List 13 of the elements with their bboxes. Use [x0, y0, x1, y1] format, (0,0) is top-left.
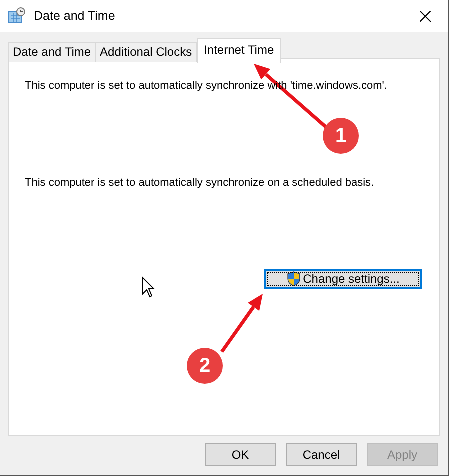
- calendar-clock-icon: [8, 7, 26, 25]
- annotation-arrow: [220, 294, 263, 354]
- dialog-button[interactable]: OK: [205, 443, 276, 466]
- tab[interactable]: Additional Clocks: [95, 42, 198, 62]
- dialog-button[interactable]: Cancel: [286, 443, 357, 466]
- schedule-text: This computer is set to automatically synchronize on a scheduled basis.: [25, 177, 376, 189]
- window-title: Date and Time: [34, 9, 116, 23]
- close-icon: [420, 10, 430, 22]
- tab[interactable]: Date and Time: [8, 42, 96, 62]
- shield-icon: [286, 271, 302, 287]
- tab[interactable]: Internet Time: [197, 38, 282, 63]
- change-settings-button[interactable]: Change settings...: [264, 269, 422, 289]
- cursor-icon: [142, 276, 156, 298]
